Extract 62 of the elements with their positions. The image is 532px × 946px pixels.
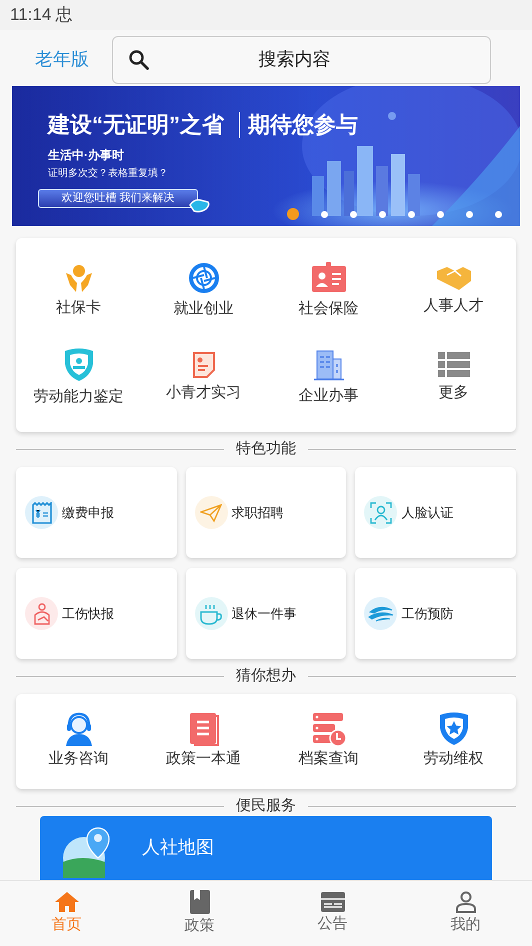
service-item[interactable]: 政策一本通: [141, 694, 266, 789]
service-item[interactable]: 社保卡: [16, 248, 141, 335]
feature-card[interactable]: 工伤快报: [16, 568, 177, 659]
search-icon: [127, 48, 151, 72]
coffee-cup-icon: [199, 602, 224, 624]
service-item[interactable]: 劳动能力鉴定: [16, 335, 141, 422]
nav-tab[interactable]: 政策: [133, 881, 266, 946]
service-item[interactable]: 小青才实习: [141, 335, 266, 422]
feature-label: 工伤快报: [62, 604, 114, 623]
feature-card[interactable]: 退休一件事: [186, 568, 346, 659]
service-item[interactable]: 业务咨询: [16, 694, 141, 789]
service-item[interactable]: 就业创业: [141, 248, 266, 335]
feature-card[interactable]: 人脸认证: [355, 467, 516, 558]
map-service-card[interactable]: 人社地图: [40, 816, 492, 880]
feature-label: 求职招聘: [232, 504, 284, 522]
search-field[interactable]: 搜索内容: [112, 36, 491, 84]
bookmark-book-icon: [190, 890, 210, 914]
notification-icon: 忠: [55, 2, 72, 28]
feature-label: 缴费申报: [62, 504, 114, 522]
service-item[interactable]: 劳动维权: [391, 694, 516, 789]
service-item[interactable]: 人事人才: [391, 248, 516, 335]
feature-label: 人脸认证: [401, 504, 454, 522]
feedback-button[interactable]: 欢迎您吐槽 我们来解决: [38, 189, 198, 208]
nav-tab[interactable]: 公告: [266, 881, 399, 946]
service-item[interactable]: 更多: [391, 335, 516, 422]
banner-title: 建设“无证明”之省: [48, 111, 224, 139]
shield-star-icon: [438, 712, 470, 746]
status-time: 11:14: [10, 4, 52, 26]
paper-plane-icon: [200, 502, 222, 522]
shield-stamp-icon: [62, 348, 94, 382]
feature-card[interactable]: 求职招聘: [186, 467, 346, 558]
id-badge-icon: [312, 262, 346, 294]
feature-card[interactable]: 工伤预防: [355, 568, 516, 659]
section-title: 便民服务: [236, 796, 296, 816]
banner-question: 证明多次交？表格重复填？: [48, 166, 168, 181]
feature-card[interactable]: 缴费申报: [16, 467, 177, 558]
list-icon: [438, 352, 470, 378]
section-title: 特色功能: [236, 439, 296, 459]
injured-person-icon: [32, 602, 52, 624]
service-item[interactable]: 档案查询: [266, 694, 391, 789]
service-item[interactable]: 企业办事: [266, 335, 391, 422]
book-icon: [188, 712, 220, 746]
home-icon: [54, 890, 80, 913]
headset-agent-icon: [64, 712, 94, 746]
document-icon: [192, 352, 214, 378]
banner-subtitle: 生活中·办事时: [48, 147, 124, 164]
aperture-icon: [188, 262, 220, 294]
feature-label: 退休一件事: [232, 604, 297, 623]
feature-label: 工伤预防: [401, 604, 454, 623]
receipt-icon: [32, 502, 52, 524]
nav-tab[interactable]: 我的: [399, 881, 532, 946]
service-item[interactable]: 社会保险: [266, 248, 391, 335]
office-building-icon: [312, 349, 344, 382]
card-title: 人社地图: [142, 836, 214, 859]
swoosh-icon: [368, 604, 394, 622]
face-scan-icon: [370, 502, 392, 524]
banner-title: 期待您参与: [248, 111, 358, 139]
person-icon: [454, 890, 476, 913]
search-input[interactable]: 搜索内容: [151, 45, 476, 74]
notice-board-icon: [320, 892, 344, 912]
server-clock-icon: [312, 712, 346, 746]
section-title: 猜你想办: [236, 666, 296, 686]
